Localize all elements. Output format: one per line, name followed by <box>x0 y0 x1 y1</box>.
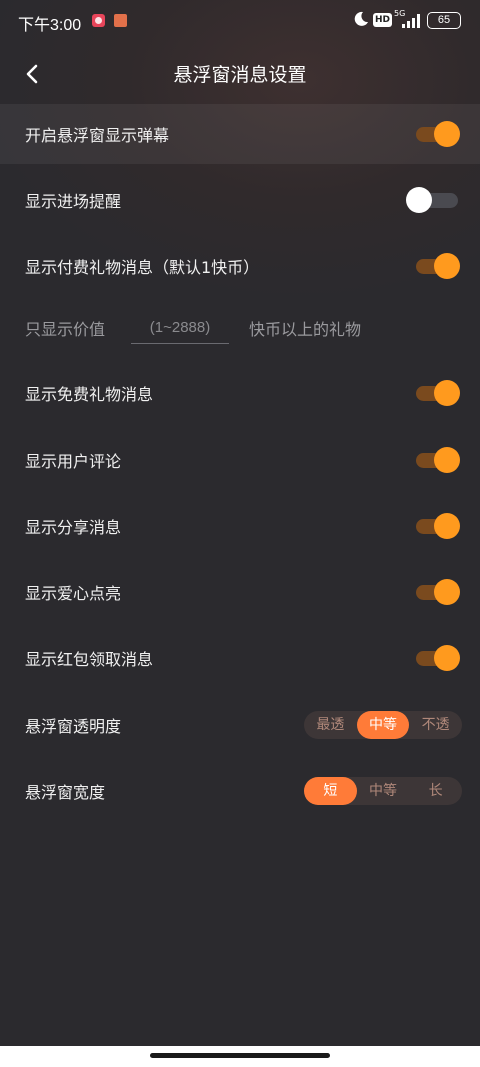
transparency-option-medium[interactable]: 中等 <box>356 711 410 739</box>
row-gift-threshold: 只显示价值 快币以上的礼物 <box>0 298 480 358</box>
row-danmaku-label: 开启悬浮窗显示弹幕 <box>25 126 170 145</box>
transparency-segmented: 最透 中等 不透 <box>304 711 462 739</box>
width-option-medium[interactable]: 中等 <box>357 777 410 805</box>
row-transparency: 悬浮窗透明度 最透 中等 不透 <box>0 695 480 755</box>
transparency-option-most[interactable]: 最透 <box>304 711 357 739</box>
row-entry-reminder-label: 显示进场提醒 <box>25 192 122 211</box>
toggle-red-packet[interactable] <box>414 645 460 671</box>
row-width-label: 悬浮窗宽度 <box>25 783 106 802</box>
toggle-entry-reminder[interactable] <box>406 187 460 213</box>
app-notification-icon <box>92 14 105 27</box>
hd-badge: HD <box>373 13 393 27</box>
threshold-input[interactable] <box>131 312 229 344</box>
row-red-packet: 显示红包领取消息 <box>0 628 480 688</box>
row-user-comments-label: 显示用户评论 <box>25 452 122 471</box>
width-option-short[interactable]: 短 <box>304 777 357 805</box>
transparency-option-opaque[interactable]: 不透 <box>409 711 462 739</box>
width-option-long[interactable]: 长 <box>409 777 462 805</box>
row-share: 显示分享消息 <box>0 496 480 556</box>
row-paid-gift: 显示付费礼物消息（默认1快币） <box>0 236 480 296</box>
home-indicator[interactable] <box>150 1053 330 1058</box>
width-segmented: 短 中等 长 <box>304 777 462 805</box>
settings-screen: 下午3:00 HD 5G 65 悬浮窗消息设置 开启悬浮窗显示弹幕 显示进场提醒 <box>0 0 480 1046</box>
row-free-gift: 显示免费礼物消息 <box>0 363 480 423</box>
row-width: 悬浮窗宽度 短 中等 长 <box>0 761 480 821</box>
row-transparency-label: 悬浮窗透明度 <box>25 717 122 736</box>
page-title: 悬浮窗消息设置 <box>173 64 307 86</box>
row-red-packet-label: 显示红包领取消息 <box>25 650 154 669</box>
toggle-paid-gift[interactable] <box>414 253 460 279</box>
threshold-suffix: 快币以上的礼物 <box>249 320 362 339</box>
threshold-prefix: 只显示价值 <box>25 320 106 339</box>
toggle-share[interactable] <box>414 513 460 539</box>
toggle-user-comments[interactable] <box>414 447 460 473</box>
moon-icon <box>354 11 368 26</box>
row-share-label: 显示分享消息 <box>25 518 122 537</box>
row-entry-reminder: 显示进场提醒 <box>0 170 480 230</box>
signal-icon <box>402 14 420 28</box>
mail-notification-icon <box>114 14 127 27</box>
row-user-comments: 显示用户评论 <box>0 430 480 490</box>
toggle-danmaku[interactable] <box>414 121 460 147</box>
toggle-heart[interactable] <box>414 579 460 605</box>
status-bar: 下午3:00 HD 5G 65 <box>0 0 480 40</box>
status-time: 下午3:00 <box>18 17 82 34</box>
row-heart: 显示爱心点亮 <box>0 562 480 622</box>
row-paid-gift-label: 显示付费礼物消息（默认1快币） <box>25 258 260 277</box>
row-danmaku: 开启悬浮窗显示弹幕 <box>0 104 480 164</box>
row-free-gift-label: 显示免费礼物消息 <box>25 385 154 404</box>
header: 悬浮窗消息设置 <box>0 50 480 98</box>
row-heart-label: 显示爱心点亮 <box>25 584 122 603</box>
toggle-free-gift[interactable] <box>414 380 460 406</box>
battery-icon: 65 <box>427 12 461 29</box>
